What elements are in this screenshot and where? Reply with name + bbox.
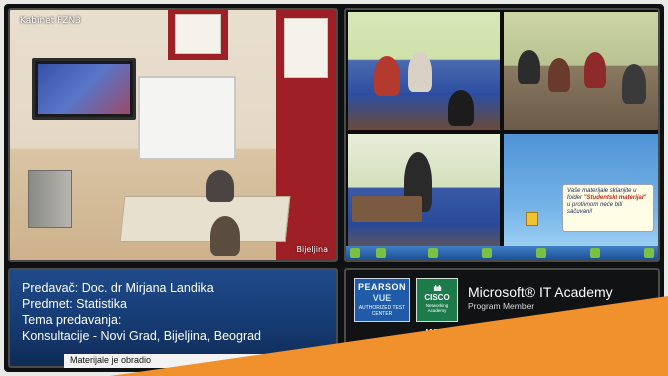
microsoft-it-academy-title: Microsoft® IT Academy [468,284,613,300]
wall-tv [32,58,136,120]
desktop-notice: Vaše materijale sklanjite u folder "Stud… [562,184,654,232]
lecture-info-panel: Predavač: Doc. dr Mirjana Landika Predme… [8,268,338,368]
student-person [408,52,432,92]
door-window [284,18,328,78]
remote-camera-grid[interactable]: Vaše materijale sklanjite u folder "Stud… [344,8,660,262]
program-member-label: Program Member [468,301,535,311]
student-person [374,56,400,96]
remote-camera-feed[interactable] [348,134,500,260]
taskbar-app-icon[interactable] [482,248,492,258]
notice-line: u protivnom neće biti [567,202,623,208]
subject-name: Predmet: Statistika [22,297,127,311]
pearson-vue-logo: PEARSON VUE AUTHORIZED TEST CENTER [354,278,410,322]
video-wall: Kabinet FZN3 Bijeljina Vaše materijale s… [4,4,664,372]
topic-value: Konsultacije - Novi Grad, Bijeljina, Beo… [22,329,262,343]
notice-line: folder [567,195,584,201]
wall-window [175,14,221,54]
pearson-subtitle: AUTHORIZED TEST CENTER [358,305,406,317]
itacademy-link[interactable]: www.itacademy.ba [426,325,536,339]
notice-line: sačuvani! [567,209,593,215]
folder-icon[interactable] [526,212,538,226]
whiteboard [138,76,236,160]
news-ticker: Materijale je obradio [64,354,264,368]
apeiron-tv-logo: APEIRON TV [560,324,638,340]
pearson-name: PEARSON [357,282,406,292]
partners-panel: PEARSON VUE AUTHORIZED TEST CENTER ılııl… [344,268,660,346]
taskbar-app-icon[interactable] [376,248,386,258]
cisco-academy-logo: ılıılı CISCO Networking Academy [416,278,458,322]
teacher-desk [119,196,291,242]
student-person [584,52,606,88]
student-person [518,50,540,84]
taskbar-app-icon[interactable] [536,248,546,258]
taskbar-app-icon[interactable] [644,248,654,258]
topic-label: Tema predavanja: [22,313,122,327]
student-person [548,58,570,92]
student-person [210,216,240,256]
pearson-vue: VUE [372,293,392,303]
camera-label: Kabinet FZN3 [20,16,81,26]
cisco-name: CISCO [424,293,450,302]
lecturer-name: Predavač: Doc. dr Mirjana Landika [22,281,214,295]
taskbar-app-icon[interactable] [428,248,438,258]
notice-line: Vaše materijale sklanjite u [567,188,637,194]
windows-taskbar[interactable] [346,246,658,260]
cisco-bars-icon: ılıılı [433,284,441,293]
camera-location-label: Bijeljina [296,245,329,254]
start-button[interactable] [350,248,360,258]
taskbar-app-icon[interactable] [590,248,600,258]
main-camera-feed[interactable]: Kabinet FZN3 Bijeljina [8,8,338,262]
shared-desktop-screen[interactable]: Vaše materijale sklanjite u folder "Stud… [504,134,658,260]
cisco-subtitle: Networking Academy [425,303,449,313]
cabinet [28,170,72,228]
backpack [448,90,474,126]
student-person [206,170,234,202]
student-person [622,64,646,104]
desk [352,196,422,222]
remote-camera-feed[interactable] [348,12,500,130]
remote-camera-feed[interactable] [504,12,658,130]
notice-folder-name: "Studentski materijal" [583,195,647,201]
